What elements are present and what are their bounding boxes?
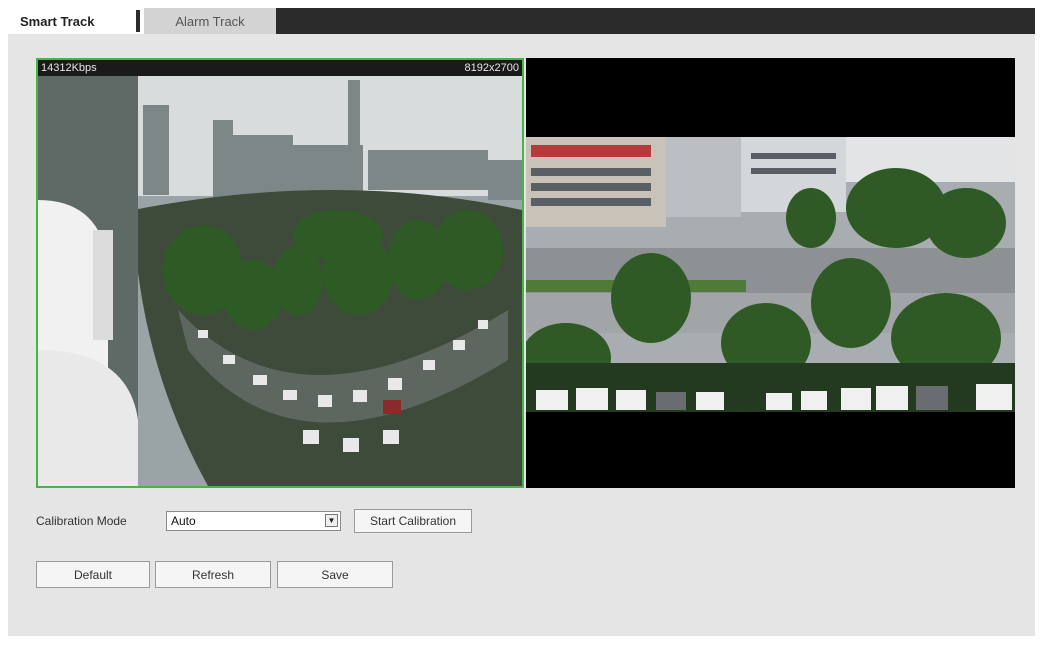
refresh-button[interactable]: Refresh [155, 561, 271, 588]
calibration-mode-select[interactable]: Auto ▼ [166, 511, 341, 531]
panoramic-video-view[interactable]: 14312Kbps 8192x2700 [36, 58, 524, 488]
tab-separator [136, 10, 140, 32]
calibration-mode-label: Calibration Mode [36, 514, 127, 528]
detail-video-view[interactable] [526, 58, 1015, 488]
tab-bar-fill [276, 8, 1035, 34]
resolution-readout: 8192x2700 [464, 62, 519, 74]
tab-bar: Smart Track Alarm Track [8, 8, 1035, 34]
save-button[interactable]: Save [277, 561, 393, 588]
smart-track-panel: 14312Kbps 8192x2700 Calibration Mode Aut… [8, 34, 1035, 636]
dropdown-arrow-icon[interactable]: ▼ [325, 514, 338, 527]
tab-alarm-track[interactable]: Alarm Track [144, 8, 276, 34]
detail-scene [526, 58, 1015, 488]
start-calibration-button[interactable]: Start Calibration [354, 509, 472, 533]
tab-smart-track[interactable]: Smart Track [8, 8, 136, 34]
video-osd: 14312Kbps 8192x2700 [38, 60, 522, 76]
calibration-mode-value: Auto [171, 514, 196, 528]
bitrate-readout: 14312Kbps [41, 62, 97, 74]
panoramic-scene [38, 60, 522, 486]
default-button[interactable]: Default [36, 561, 150, 588]
